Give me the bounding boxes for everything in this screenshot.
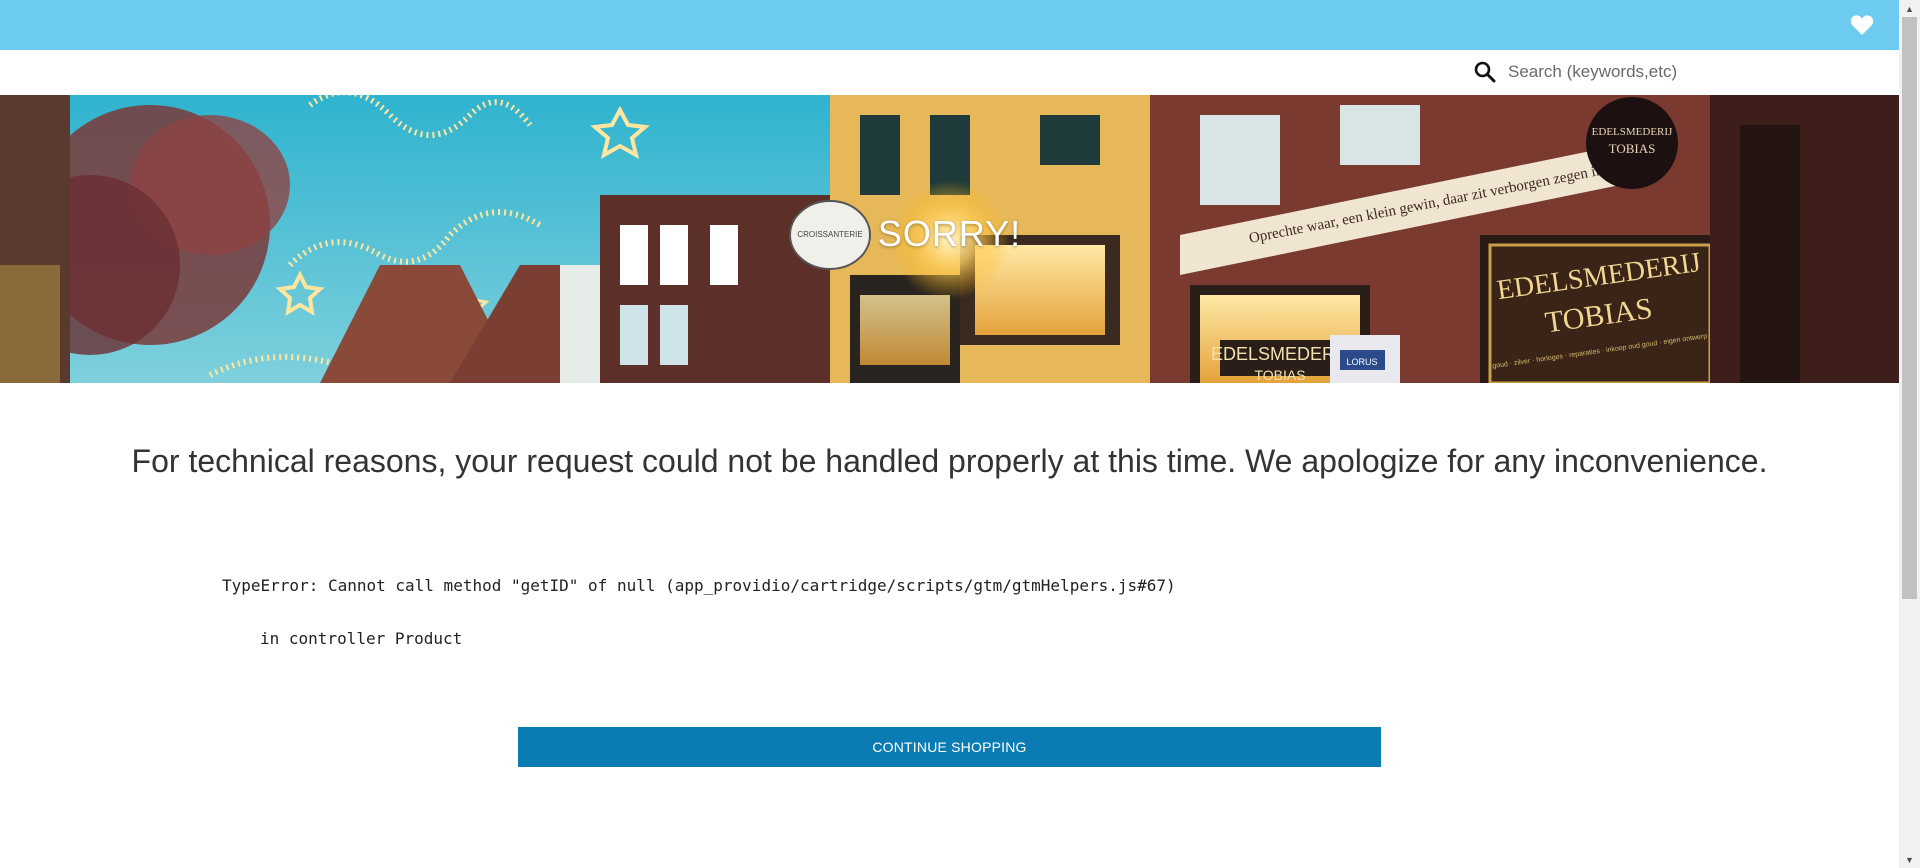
banner-title: SORRY! bbox=[877, 213, 1022, 254]
error-controller-line: in controller Product bbox=[260, 629, 463, 648]
error-message: For technical reasons, your request coul… bbox=[131, 443, 1768, 479]
top-bar bbox=[0, 0, 1899, 50]
scroll-thumb[interactable] bbox=[1902, 17, 1917, 599]
page: CROISSANTERIE Oprechte waar, een klein g… bbox=[0, 0, 1920, 868]
lorus-sign: LORUS bbox=[1346, 357, 1377, 367]
wishlist-button[interactable] bbox=[1850, 14, 1874, 36]
vertical-scrollbar[interactable]: ▲ ▼ bbox=[1899, 0, 1920, 868]
round-sign-line-1: EDELSMEDERIJ bbox=[1592, 126, 1673, 138]
shop-window-text-2: TOBIAS bbox=[1254, 367, 1305, 383]
search-icon[interactable] bbox=[1474, 61, 1496, 83]
search-row bbox=[0, 50, 1899, 95]
scroll-up-arrow[interactable]: ▲ bbox=[1899, 0, 1920, 17]
continue-shopping-button[interactable]: CONTINUE SHOPPING bbox=[518, 727, 1381, 767]
error-type-line: TypeError: Cannot call method "getID" of… bbox=[222, 576, 1176, 595]
search-input[interactable] bbox=[1508, 62, 1768, 82]
scroll-down-arrow[interactable]: ▼ bbox=[1899, 851, 1920, 868]
heart-icon bbox=[1850, 15, 1874, 36]
main-content: CROISSANTERIE Oprechte waar, een klein g… bbox=[0, 0, 1899, 868]
shop-window-text: EDELSMEDERIJ bbox=[1211, 344, 1349, 364]
search-box bbox=[1474, 59, 1794, 85]
hero-banner: CROISSANTERIE Oprechte waar, een klein g… bbox=[0, 95, 1899, 383]
round-sign-line-2: TOBIAS bbox=[1609, 141, 1656, 156]
